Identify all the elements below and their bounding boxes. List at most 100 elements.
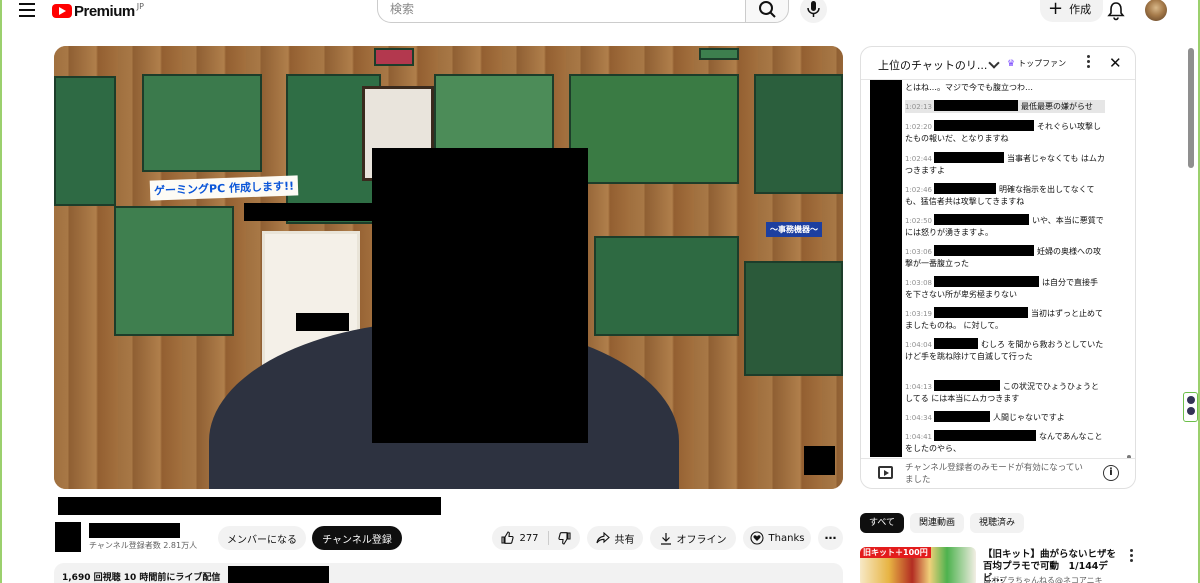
top-bar: Premium JP + 作成 (0, 0, 1200, 23)
chat-message: 1:04:41 なんであんなことをしたのやら、 (905, 430, 1105, 455)
message-timestamp: 1:04:13 (905, 383, 932, 391)
message-timestamp: 1:02:50 (905, 217, 932, 225)
live-chat-panel: 上位のチャットのリ... ♛ トップファン ✕ とはね…。マジで今でも腹立つわ…… (860, 46, 1136, 489)
like-dislike-group: 277 (492, 526, 580, 550)
author-redacted (934, 100, 1018, 111)
chip-all[interactable]: すべて (860, 513, 905, 533)
message-timestamp: 1:02:46 (905, 186, 932, 194)
thumbnail-badge: 旧キット＋100円 (860, 547, 931, 558)
description-box[interactable]: 1,690 回視聴 10 時間前にライブ配信 (54, 563, 843, 583)
search-input[interactable] (377, 0, 745, 23)
vertical-dots-icon[interactable] (1128, 549, 1134, 563)
chat-mode-title[interactable]: 上位のチャットのリ... (878, 57, 987, 73)
create-button[interactable]: + 作成 (1040, 0, 1104, 22)
chat-message: 1:03:19 当初はずっと止めてましたものね。 に対して。 (905, 307, 1105, 332)
youtube-play-icon (52, 4, 72, 18)
search-button[interactable] (745, 0, 789, 23)
recommended-channel-name[interactable]: ロボプラちゃんねる@ネコアニキ (983, 575, 1123, 583)
wall-sign: 〜事務機器〜 (766, 222, 822, 237)
redaction-box (296, 313, 349, 331)
chat-message: 1:02:46 明確な指示を出してなくても、猛信者共は攻撃してきますね (905, 183, 1105, 208)
vertical-dots-icon[interactable] (1084, 55, 1092, 71)
chat-message: 1:03:06 妊婦の奥様への攻撃が一番腹立った (905, 245, 1105, 270)
author-redacted (934, 245, 1034, 256)
author-redacted (934, 430, 1036, 441)
microphone-icon (807, 1, 820, 17)
subscribe-label: チャンネル登録 (322, 534, 392, 546)
youtube-premium-logo[interactable]: Premium JP (52, 2, 144, 20)
message-timestamp: 1:04:04 (905, 341, 932, 349)
share-arrow-icon (595, 532, 610, 544)
subscriber-count: チャンネル登録者数 2.81万人 (89, 541, 198, 550)
close-icon[interactable]: ✕ (1109, 54, 1122, 72)
crown-icon: ♛ (1007, 58, 1016, 69)
message-timestamp: 1:02:44 (905, 155, 932, 163)
author-redacted (934, 307, 1028, 318)
chip-watched[interactable]: 視聴済み (970, 513, 1025, 533)
circuit-board (142, 74, 262, 172)
like-count: 277 (519, 532, 539, 544)
offline-label: オフライン (676, 534, 727, 546)
info-icon[interactable]: i (1103, 465, 1119, 481)
video-playlist-icon[interactable] (878, 466, 893, 479)
video-title-redacted (58, 497, 441, 515)
like-thumb-icon[interactable] (500, 531, 515, 545)
chip-related[interactable]: 関連動画 (910, 513, 965, 533)
chat-message: 1:04:34 人間じゃないですよ (905, 411, 1105, 424)
dislike-thumb-icon[interactable] (557, 531, 572, 545)
thanks-heart-icon (749, 531, 764, 545)
subscribe-button[interactable]: チャンネル登録 (312, 526, 402, 550)
description-redacted (228, 566, 329, 583)
redaction-box (372, 148, 588, 443)
top-fan-badge[interactable]: ♛ トップファン (1007, 58, 1066, 69)
chat-message: 1:03:08 は自分で直接手を下さない所が卑劣極まりない (905, 276, 1105, 301)
channel-name-redacted[interactable] (89, 523, 180, 538)
logo-text: Premium (74, 2, 135, 20)
chat-message: 1:02:20 それぐらい攻撃したもの報いだ、となりますね (905, 120, 1105, 145)
share-label: 共有 (614, 534, 635, 546)
chevron-down-icon[interactable] (988, 57, 1000, 69)
author-redacted (934, 276, 1039, 287)
message-timestamp: 1:04:34 (905, 414, 932, 422)
chat-messages[interactable]: とはね…。マジで今でも腹立つわ… 1:02:13 最低最悪の嫌がらせ 1:02:2… (861, 80, 1135, 458)
author-redacted (934, 380, 1000, 391)
account-avatar[interactable] (1145, 0, 1167, 21)
notifications-bell-icon[interactable] (1106, 1, 1126, 21)
circuit-board (114, 206, 234, 336)
join-membership-button[interactable]: メンバーになる (218, 526, 306, 550)
video-player[interactable]: ゲーミングPC 作成します!! 〜事務機器〜 (54, 46, 843, 489)
chip-label: すべて (869, 518, 896, 528)
window-border (0, 0, 2, 583)
download-icon (660, 532, 671, 545)
author-redacted (934, 214, 1029, 225)
voice-search-button[interactable] (800, 0, 827, 23)
message-timestamp: 1:02:20 (905, 123, 932, 131)
menu-icon[interactable] (19, 3, 35, 17)
chat-header: 上位のチャットのリ... ♛ トップファン ✕ (861, 47, 1135, 80)
channel-avatar-redacted[interactable] (55, 522, 81, 552)
search-icon (759, 1, 776, 18)
locale-superscript: JP (136, 1, 144, 11)
circuit-board (699, 48, 739, 60)
extension-icon (1186, 407, 1195, 415)
circuit-board (569, 74, 739, 184)
offline-download-button[interactable]: オフライン (650, 526, 736, 550)
redaction-box (804, 446, 835, 475)
circuit-board (374, 48, 414, 66)
more-actions-button[interactable]: ⋯ (818, 526, 843, 550)
chat-message: 1:04:13 この状況でひょうひょうとしてる には本当にムカつきます (905, 380, 1105, 405)
recommended-video-thumbnail[interactable]: 旧キット＋100円 (860, 547, 976, 583)
thanks-label: Thanks (768, 532, 805, 544)
share-button[interactable]: 共有 (587, 526, 643, 550)
thanks-button[interactable]: Thanks (743, 526, 811, 550)
divider (547, 531, 549, 545)
author-redacted (934, 120, 1034, 131)
chat-message: とはね…。マジで今でも腹立つわ… (905, 82, 1105, 94)
page-scrollbar[interactable] (1188, 48, 1194, 168)
join-membership-label: メンバーになる (227, 534, 297, 546)
chat-message: 1:02:44 当事者じゃなくても はムカつきますよ (905, 152, 1105, 177)
message-text: とはね…。マジで今でも腹立つわ… (905, 83, 1033, 92)
create-label: 作成 (1069, 3, 1092, 16)
browser-extension-widget[interactable] (1183, 392, 1198, 422)
chat-message: 1:02:50 いや、本当に悪質で には怒りが湧きますよ。 (905, 214, 1105, 239)
